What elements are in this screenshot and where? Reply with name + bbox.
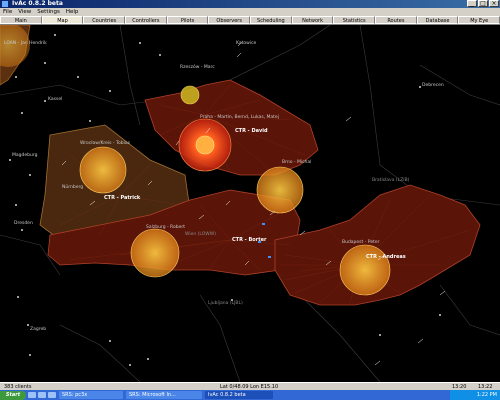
- controller-label-andreas[interactable]: CTR - Andreas: [366, 254, 406, 260]
- label-katowice: Katowice: [236, 41, 257, 46]
- title-bar: IvAc 0.8.2 beta _ □ ×: [0, 0, 500, 8]
- range-ring-budapest: [339, 244, 391, 296]
- label-dresden: Dresden: [14, 221, 33, 226]
- close-icon[interactable]: ×: [489, 0, 499, 7]
- tab-database[interactable]: Database: [416, 16, 459, 24]
- maximize-icon[interactable]: □: [478, 0, 488, 7]
- label-wien: Wien (LOWW): [185, 232, 216, 237]
- tab-statistics[interactable]: Statistics: [333, 16, 376, 24]
- controller-label-david[interactable]: CTR - David: [235, 128, 268, 134]
- system-tray: 1:22 PM: [450, 390, 500, 400]
- quicklaunch-icon[interactable]: [38, 392, 46, 398]
- tab-countries[interactable]: Countries: [83, 16, 126, 24]
- controller-label-borter[interactable]: CTR - Borter: [232, 237, 266, 243]
- tab-routes[interactable]: Routes: [375, 16, 417, 24]
- taskbar: Start SRS: pc3x SRS: Microsoft In... IvA…: [0, 390, 500, 400]
- label-magdeburg: Magdeburg: [12, 153, 38, 158]
- window-controls: _ □ ×: [467, 0, 499, 8]
- tab-my-eye[interactable]: My Eye: [458, 16, 500, 24]
- label-debrecen: Debrecen: [422, 83, 444, 88]
- label-ljubljana: Ljubljana (LJBL): [208, 301, 243, 306]
- menu-view[interactable]: View: [18, 8, 31, 16]
- menu-help[interactable]: Help: [66, 8, 79, 16]
- minimize-icon[interactable]: _: [467, 0, 477, 7]
- taskbar-item-browser[interactable]: SRS: Microsoft In...: [126, 391, 202, 399]
- tab-pilots[interactable]: Pilots: [166, 16, 209, 24]
- taskbar-item-srs[interactable]: SRS: pc3x: [59, 391, 123, 399]
- radar-map[interactable]: LOAN - Jan Hendrik Wrocław/Kreis - Tobia…: [0, 25, 500, 382]
- status-bar: 383 clients Lat 0/48.09 Lon E15.10 13:20…: [0, 382, 500, 390]
- label-loan: LOAN - Jan Hendrik: [4, 41, 47, 46]
- label-bratislava: Bratislava (LZIB): [372, 178, 410, 183]
- tab-bar: Main Map Countries Controllers Pilots Ob…: [0, 16, 500, 25]
- quicklaunch-icon[interactable]: [48, 392, 56, 398]
- range-ring-salzburg: [130, 228, 180, 278]
- approach-ring-praha: [195, 135, 215, 155]
- menu-bar: File View Settings Help: [0, 8, 500, 16]
- quicklaunch-icon[interactable]: [28, 392, 36, 398]
- range-ring-north: [180, 85, 200, 105]
- tab-network[interactable]: Network: [291, 16, 334, 24]
- range-ring-patrick: [79, 146, 127, 194]
- tab-controllers[interactable]: Controllers: [125, 16, 167, 24]
- clock: 1:22 PM: [476, 392, 497, 398]
- label-salzburg: Salzburg - Robert: [146, 225, 185, 230]
- tab-map[interactable]: Map: [41, 16, 84, 24]
- label-budapest: Budapest - Peter: [342, 240, 380, 245]
- menu-settings[interactable]: Settings: [37, 8, 60, 16]
- app-icon: [2, 1, 8, 7]
- tab-observers[interactable]: Observers: [208, 16, 251, 24]
- label-praha: Praha - Martin, Bernd, Lukas, Matej: [200, 115, 279, 120]
- controller-label-patrick[interactable]: CTR - Patrick: [104, 195, 140, 201]
- range-ring-brno: [256, 166, 304, 214]
- start-button[interactable]: Start: [0, 390, 26, 400]
- label-rzeszow: Rzeszów - Marc: [180, 65, 215, 70]
- menu-file[interactable]: File: [3, 8, 12, 16]
- label-kassel: Kassel: [48, 97, 63, 102]
- taskbar-item-ivac[interactable]: IvAc 0.8.2 beta: [205, 391, 273, 399]
- tab-main[interactable]: Main: [0, 16, 42, 24]
- tab-scheduling[interactable]: Scheduling: [250, 16, 292, 24]
- label-wroclaw: Wrocław/Kreis - Tobias: [80, 141, 130, 146]
- map-canvas[interactable]: [0, 25, 500, 382]
- label-brno: Brno - Michal: [282, 160, 312, 165]
- window-title: IvAc 0.8.2 beta: [12, 0, 63, 7]
- label-nurnberg: Nürnberg: [62, 185, 84, 190]
- label-zagreb: Zagreb: [30, 327, 47, 332]
